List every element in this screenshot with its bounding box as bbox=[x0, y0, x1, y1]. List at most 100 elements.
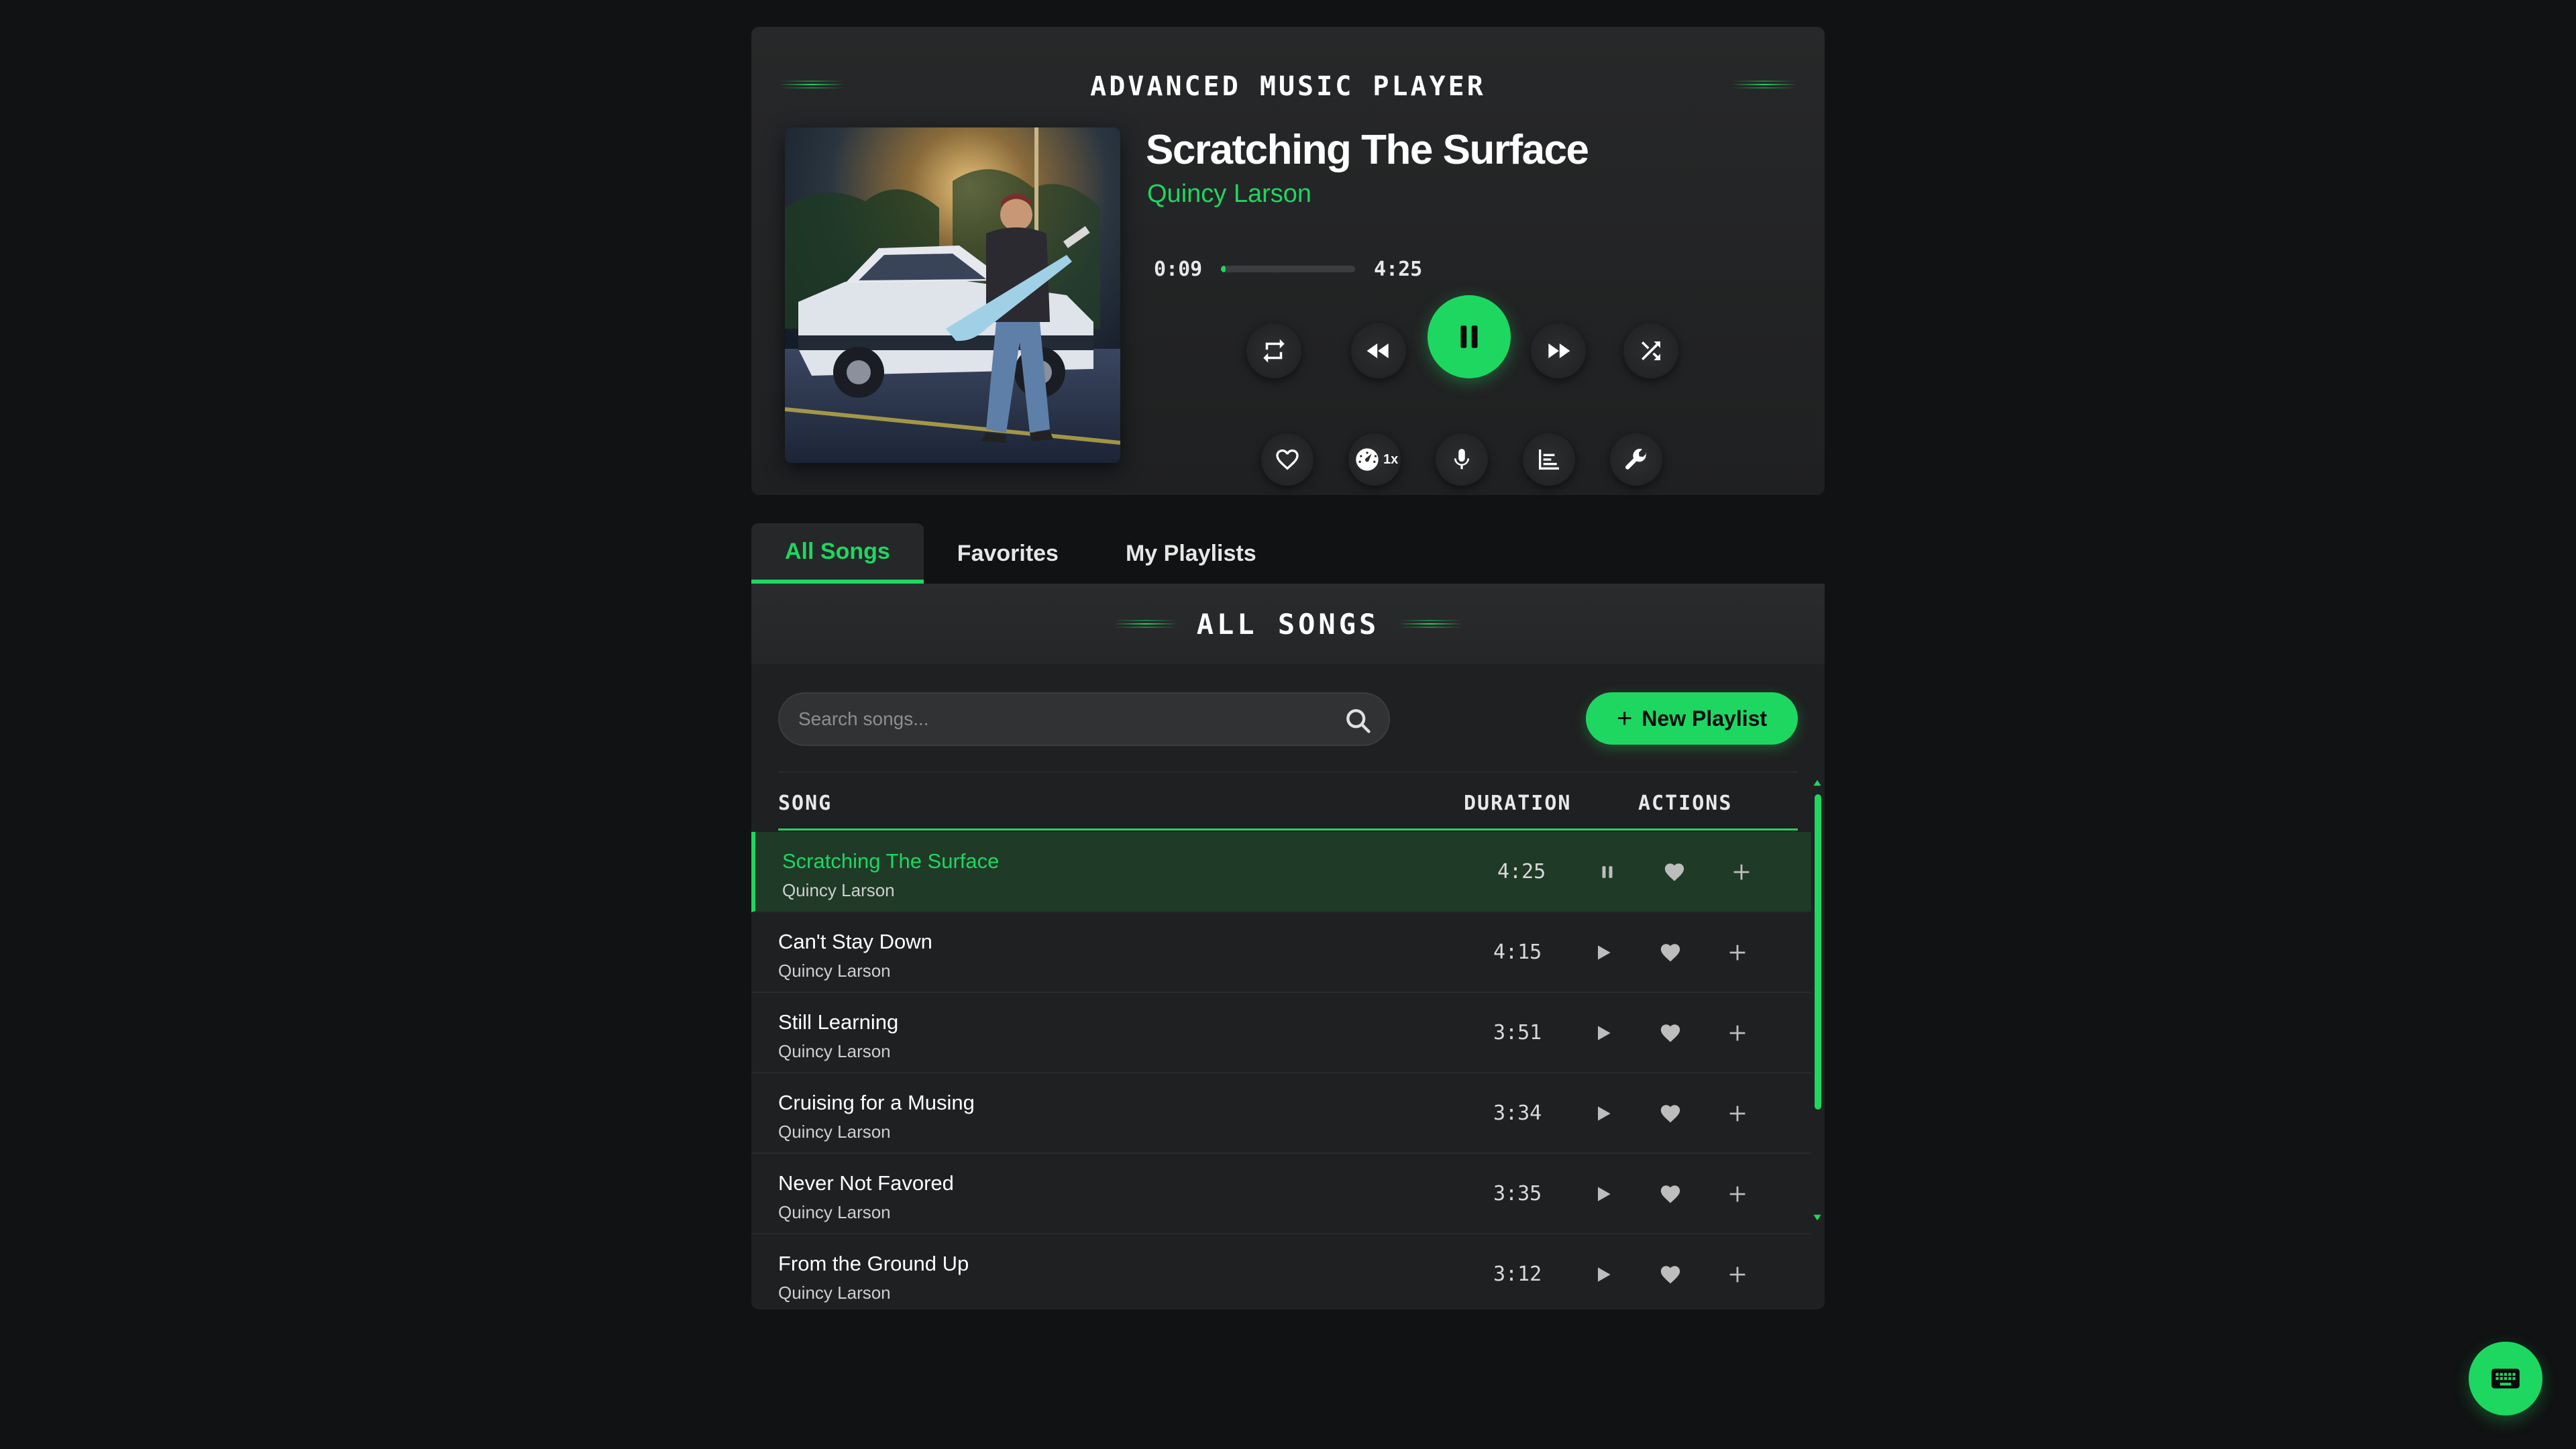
progress-bar[interactable] bbox=[1221, 266, 1355, 272]
heart-icon bbox=[1660, 1105, 1680, 1123]
row-add-button[interactable] bbox=[1727, 857, 1756, 887]
heart-icon bbox=[1664, 863, 1684, 881]
heart-icon bbox=[1660, 944, 1680, 962]
scroll-up-icon[interactable] bbox=[1813, 778, 1822, 788]
song-title: Scratching The Surface bbox=[1146, 127, 1589, 173]
new-playlist-button[interactable]: + New Playlist bbox=[1586, 692, 1798, 745]
lyrics-button[interactable] bbox=[1436, 433, 1488, 486]
column-song: SONG bbox=[778, 792, 833, 815]
songs-panel: ALL SONGS + New Playlist SONG DURATION A… bbox=[751, 584, 1825, 1309]
table-row[interactable]: Can't Stay Down Quincy Larson 4:15 bbox=[751, 912, 1811, 993]
speed-button[interactable]: 1x bbox=[1348, 433, 1401, 486]
row-song-title: From the Ground Up bbox=[778, 1252, 969, 1275]
row-favorite-button[interactable] bbox=[1656, 1099, 1685, 1128]
row-favorite-button[interactable] bbox=[1656, 1260, 1685, 1289]
table-row[interactable]: Still Learning Quincy Larson 3:51 bbox=[751, 993, 1811, 1073]
microphone-icon bbox=[1454, 449, 1470, 470]
scroll-down-icon[interactable] bbox=[1813, 1213, 1822, 1222]
song-list-scrollbar[interactable] bbox=[1813, 778, 1822, 1309]
row-pause-button[interactable] bbox=[1593, 857, 1622, 887]
keyboard-shortcuts-button[interactable] bbox=[2469, 1342, 2542, 1415]
play-icon bbox=[1598, 1026, 1611, 1040]
heart-icon bbox=[1660, 1185, 1680, 1203]
play-icon bbox=[1598, 945, 1611, 960]
song-list: Scratching The Surface Quincy Larson 4:2… bbox=[751, 832, 1811, 1309]
heart-icon bbox=[1660, 1024, 1680, 1042]
repeat-icon bbox=[1263, 339, 1285, 363]
row-duration: 3:51 bbox=[1493, 1021, 1542, 1044]
row-duration: 4:25 bbox=[1497, 860, 1546, 883]
wrench-icon bbox=[1625, 449, 1647, 470]
heart-icon bbox=[1660, 1266, 1680, 1284]
panel-header: ALL SONGS bbox=[751, 584, 1825, 664]
player-card: ADVANCED MUSIC PLAYER Scratching The Sur… bbox=[751, 27, 1825, 495]
player-title: ADVANCED MUSIC PLAYER bbox=[1090, 71, 1486, 102]
row-duration: 3:34 bbox=[1493, 1102, 1542, 1125]
row-song-title: Scratching The Surface bbox=[782, 849, 1000, 873]
tab-all-songs[interactable]: All Songs bbox=[751, 523, 924, 584]
album-cover bbox=[785, 127, 1120, 463]
scroll-thumb[interactable] bbox=[1815, 794, 1821, 1110]
play-icon bbox=[1598, 1106, 1611, 1121]
panel-title: ALL SONGS bbox=[1196, 608, 1380, 641]
play-icon bbox=[1598, 1187, 1611, 1201]
row-add-button[interactable] bbox=[1723, 938, 1752, 967]
row-song-title: Can't Stay Down bbox=[778, 930, 932, 953]
row-song-artist: Quincy Larson bbox=[782, 880, 895, 900]
row-play-button[interactable] bbox=[1589, 1179, 1618, 1209]
tools-button[interactable] bbox=[1610, 433, 1662, 486]
next-button[interactable] bbox=[1531, 323, 1586, 378]
row-song-artist: Quincy Larson bbox=[778, 1122, 891, 1142]
search-icon[interactable] bbox=[1343, 706, 1373, 735]
row-favorite-button[interactable] bbox=[1656, 938, 1685, 967]
speed-label: 1x bbox=[1383, 452, 1399, 467]
row-song-title: Never Not Favored bbox=[778, 1171, 954, 1195]
shuffle-button[interactable] bbox=[1623, 323, 1678, 378]
previous-icon bbox=[1366, 343, 1389, 358]
row-add-button[interactable] bbox=[1723, 1179, 1752, 1209]
table-row[interactable]: Cruising for a Musing Quincy Larson 3:34 bbox=[751, 1073, 1811, 1154]
table-row[interactable]: Never Not Favored Quincy Larson 3:35 bbox=[751, 1154, 1811, 1234]
row-play-button[interactable] bbox=[1589, 1018, 1618, 1048]
header-decoration-right bbox=[1732, 80, 1796, 89]
row-favorite-button[interactable] bbox=[1656, 1018, 1685, 1048]
repeat-button[interactable] bbox=[1246, 323, 1301, 378]
row-duration: 4:15 bbox=[1493, 941, 1542, 964]
song-artist: Quincy Larson bbox=[1147, 180, 1312, 208]
tab-bar: All Songs Favorites My Playlists bbox=[751, 523, 1290, 584]
row-duration: 3:12 bbox=[1493, 1263, 1542, 1286]
plus-icon bbox=[1729, 1025, 1746, 1041]
row-favorite-button[interactable] bbox=[1656, 1179, 1685, 1209]
row-play-button[interactable] bbox=[1589, 1099, 1618, 1128]
equalizer-icon bbox=[1539, 449, 1559, 470]
row-play-button[interactable] bbox=[1589, 938, 1618, 967]
table-row[interactable]: From the Ground Up Quincy Larson 3:12 bbox=[751, 1234, 1811, 1309]
progress-fill bbox=[1221, 266, 1226, 272]
tab-favorites[interactable]: Favorites bbox=[924, 523, 1092, 584]
new-playlist-label: New Playlist bbox=[1642, 706, 1768, 731]
pause-icon bbox=[1602, 866, 1613, 878]
favorite-button[interactable] bbox=[1261, 433, 1313, 486]
row-song-artist: Quincy Larson bbox=[778, 1041, 891, 1061]
row-add-button[interactable] bbox=[1723, 1018, 1752, 1048]
search-input[interactable] bbox=[798, 694, 1328, 745]
current-time: 0:09 bbox=[1154, 258, 1203, 281]
keyboard-icon bbox=[2491, 1368, 2520, 1389]
pause-icon bbox=[1460, 325, 1478, 348]
equalizer-button[interactable] bbox=[1523, 433, 1575, 486]
play-icon bbox=[1598, 1267, 1611, 1282]
row-add-button[interactable] bbox=[1723, 1260, 1752, 1289]
speedometer-icon bbox=[1356, 448, 1379, 471]
panel-decoration-right bbox=[1398, 620, 1462, 628]
play-pause-button[interactable] bbox=[1428, 295, 1511, 378]
plus-icon bbox=[1733, 864, 1750, 880]
row-song-title: Cruising for a Musing bbox=[778, 1091, 975, 1114]
row-duration: 3:35 bbox=[1493, 1182, 1542, 1205]
total-time: 4:25 bbox=[1374, 258, 1423, 281]
row-play-button[interactable] bbox=[1589, 1260, 1618, 1289]
table-row[interactable]: Scratching The Surface Quincy Larson 4:2… bbox=[751, 832, 1811, 912]
row-favorite-button[interactable] bbox=[1660, 857, 1689, 887]
row-add-button[interactable] bbox=[1723, 1099, 1752, 1128]
previous-button[interactable] bbox=[1351, 323, 1406, 378]
tab-my-playlists[interactable]: My Playlists bbox=[1092, 523, 1290, 584]
